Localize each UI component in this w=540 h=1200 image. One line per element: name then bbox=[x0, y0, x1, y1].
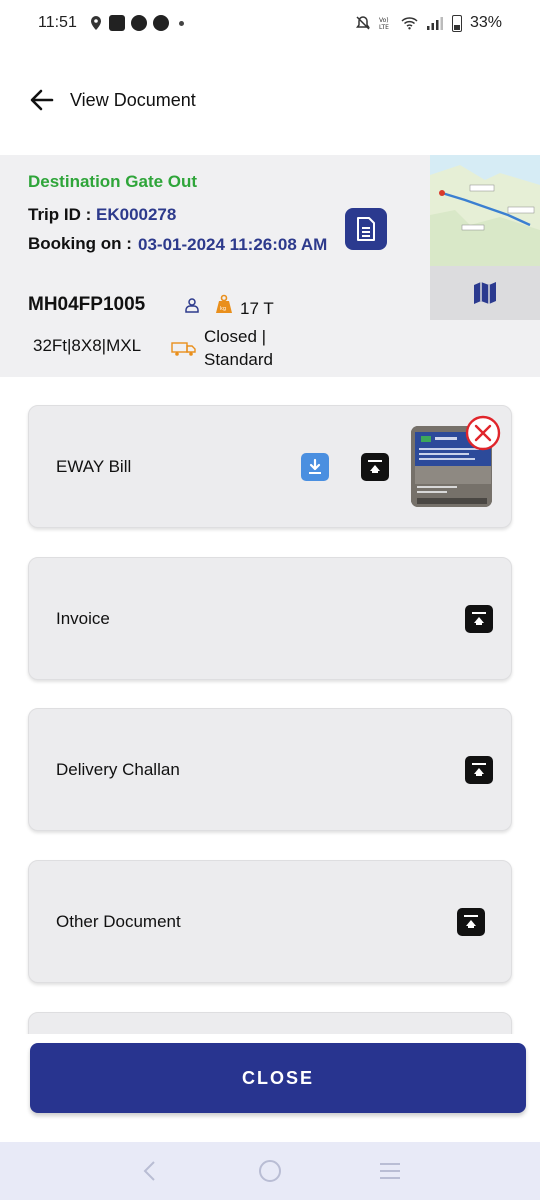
battery-icon bbox=[451, 14, 462, 32]
volte-icon: Vo)LTE bbox=[379, 17, 389, 31]
status-bar-left: 11:51 bbox=[38, 14, 184, 32]
recents-nav-icon[interactable] bbox=[375, 1156, 405, 1186]
trip-closure-status: Closed | Standard bbox=[204, 327, 273, 369]
upload-button[interactable] bbox=[465, 605, 493, 633]
upload-icon bbox=[368, 460, 382, 473]
document-label: Delivery Challan bbox=[56, 759, 180, 779]
trip-document-button[interactable] bbox=[345, 208, 387, 250]
location-icon bbox=[90, 16, 101, 30]
upload-icon bbox=[464, 915, 478, 928]
weight-icon: kg bbox=[216, 294, 232, 313]
document-label: Other Document bbox=[56, 911, 181, 931]
upload-icon bbox=[472, 763, 486, 776]
signal-icon bbox=[426, 17, 443, 30]
document-label: EWAY Bill bbox=[56, 456, 132, 476]
dot-icon bbox=[178, 20, 184, 26]
booking-value: 03-01-2024 11:26:08 AM bbox=[138, 235, 328, 254]
system-nav-bar bbox=[0, 1142, 540, 1200]
trip-id-row: Trip ID : EK000278 bbox=[28, 205, 176, 225]
svg-text:LTE: LTE bbox=[379, 24, 389, 31]
vehicle-spec: 32Ft|8X8|MXL bbox=[33, 336, 142, 355]
route-map-thumbnail[interactable] bbox=[430, 155, 540, 266]
map-image bbox=[430, 155, 540, 266]
app-bar: View Document bbox=[0, 64, 540, 136]
notification-icons bbox=[89, 15, 184, 31]
svg-text:kg: kg bbox=[220, 306, 226, 312]
document-list[interactable]: EWAY Bill Invoice Delivery Challan Other… bbox=[0, 377, 540, 1034]
upload-button[interactable] bbox=[465, 756, 493, 784]
map-icon bbox=[474, 282, 496, 304]
trip-id-label: Trip ID : bbox=[28, 205, 96, 224]
status-time: 11:51 bbox=[38, 14, 77, 31]
upload-button[interactable] bbox=[361, 453, 389, 481]
status-bar-right: Vo) LTE 33% bbox=[355, 14, 502, 32]
svg-text:Vo): Vo) bbox=[379, 17, 389, 24]
document-card-delivery-challan: Delivery Challan bbox=[28, 708, 512, 831]
download-icon bbox=[309, 458, 321, 474]
battery-level: 33% bbox=[469, 14, 502, 31]
trip-summary-panel: Destination Gate Out Trip ID : EK000278 … bbox=[0, 155, 540, 377]
arrow-left-icon[interactable] bbox=[28, 86, 56, 114]
booking-label: Booking on : bbox=[28, 234, 132, 253]
wifi-icon bbox=[401, 17, 418, 30]
message-icon bbox=[108, 15, 125, 31]
document-card-eway-bill: EWAY Bill bbox=[28, 405, 512, 528]
document-card-partial bbox=[28, 1012, 512, 1034]
back-nav-icon[interactable] bbox=[135, 1156, 165, 1186]
trip-status-heading: Destination Gate Out bbox=[28, 172, 198, 191]
document-icon bbox=[357, 217, 375, 241]
document-card-other: Other Document bbox=[28, 860, 512, 983]
upload-icon bbox=[472, 612, 486, 625]
close-button[interactable]: CLOSE bbox=[30, 1043, 526, 1113]
truck-icon bbox=[171, 342, 196, 356]
status-bar: 11:51 Vo) LTE 33% bbox=[0, 0, 540, 46]
upload-button[interactable] bbox=[457, 908, 485, 936]
open-map-button[interactable] bbox=[430, 266, 540, 320]
mute-icon bbox=[355, 16, 370, 30]
vehicle-number: MH04FP1005 bbox=[28, 294, 146, 315]
vehicle-capacity: 17 T bbox=[240, 299, 274, 318]
driver-icon bbox=[185, 298, 199, 313]
home-nav-icon[interactable] bbox=[255, 1156, 285, 1186]
remove-icon[interactable] bbox=[465, 415, 501, 451]
app-icon bbox=[130, 15, 147, 31]
document-label: Invoice bbox=[56, 608, 110, 628]
trip-id-value: EK000278 bbox=[96, 205, 177, 224]
download-button[interactable] bbox=[301, 453, 329, 481]
page-title: View Document bbox=[70, 89, 196, 110]
app-icon bbox=[152, 15, 169, 31]
document-card-invoice: Invoice bbox=[28, 557, 512, 680]
